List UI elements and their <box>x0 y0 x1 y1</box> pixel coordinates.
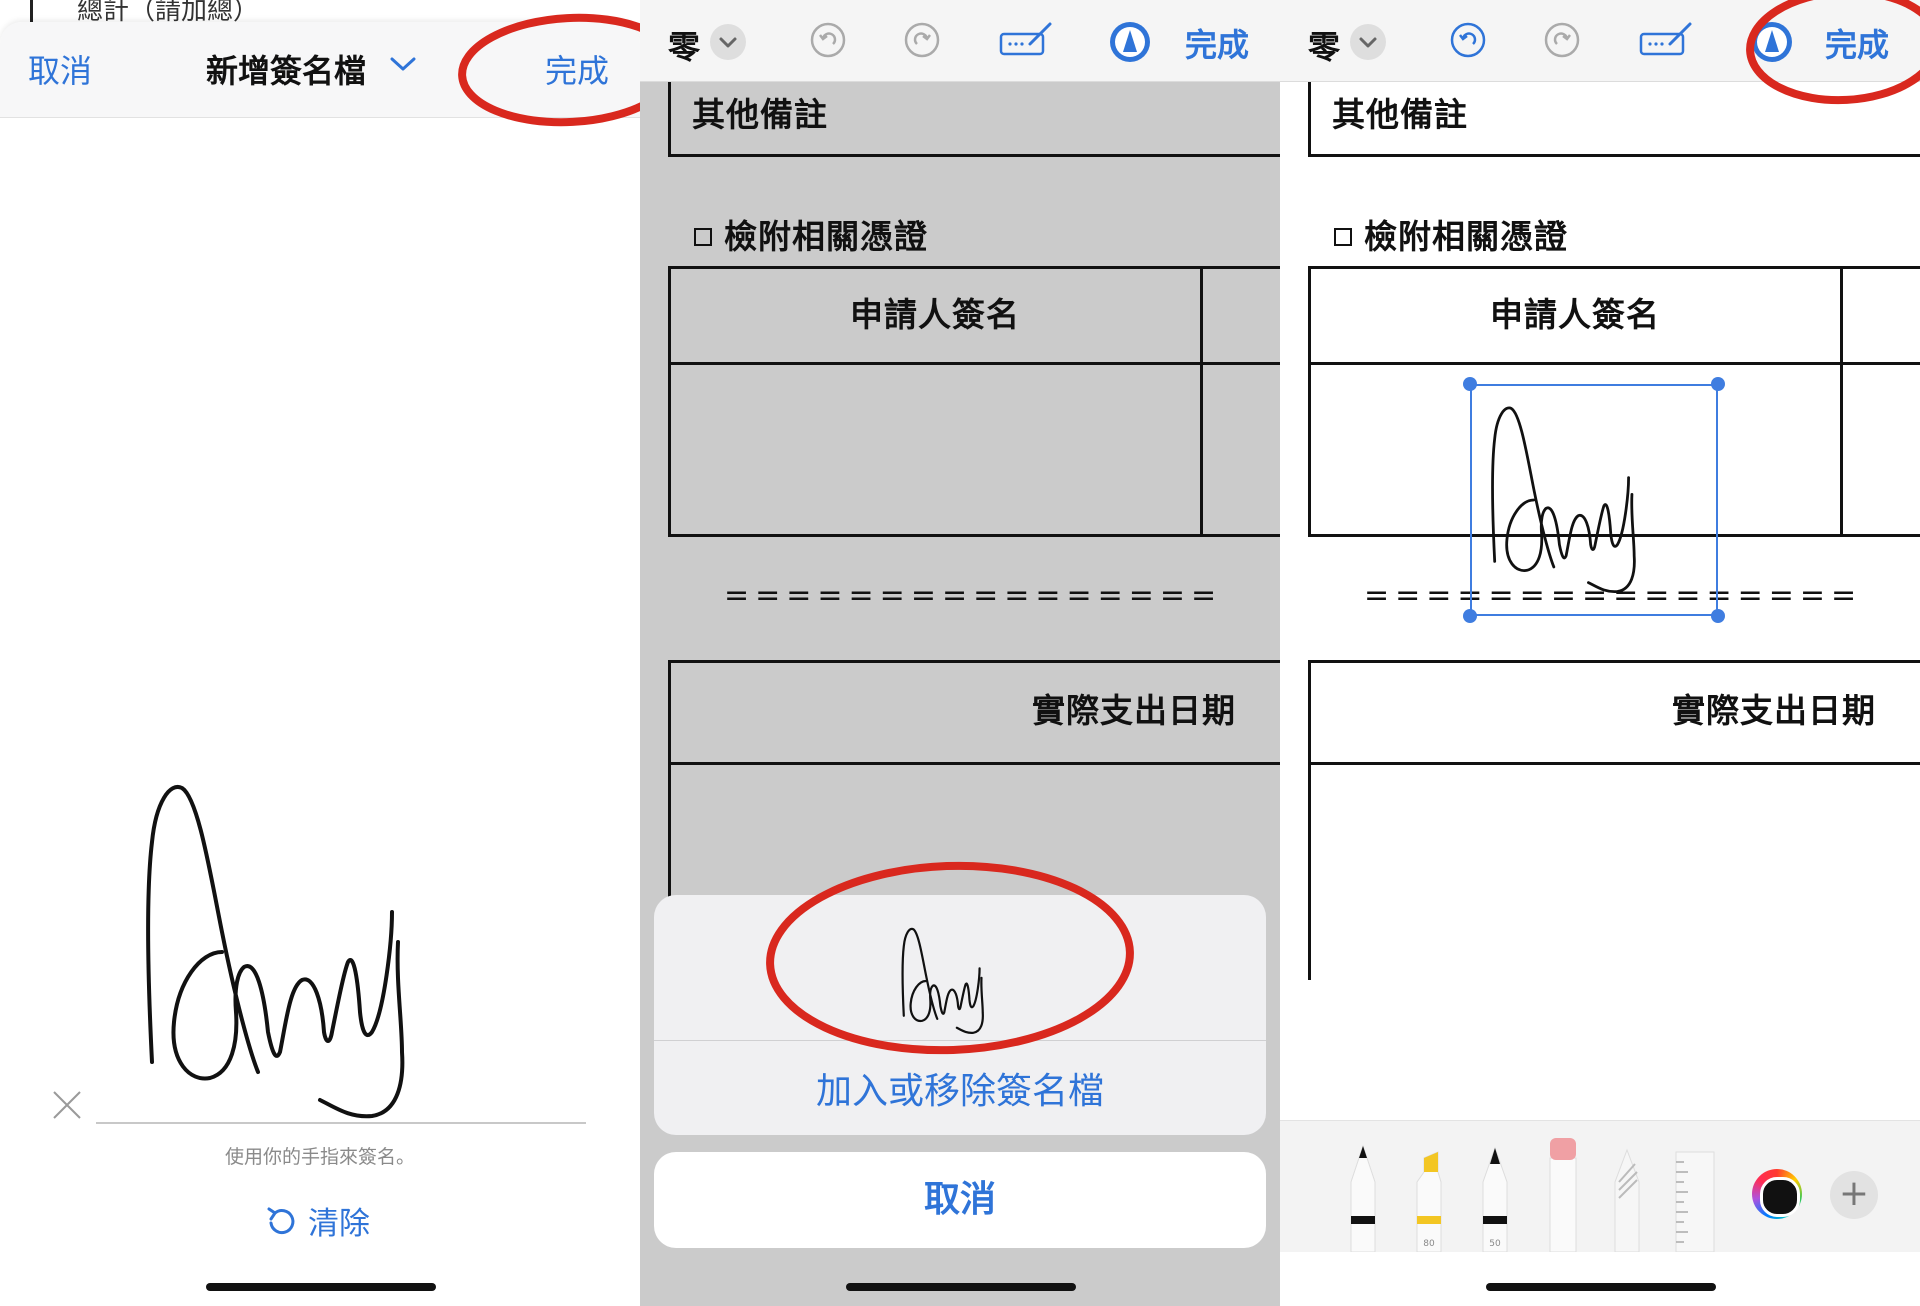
cancel-button[interactable]: 取消 <box>28 46 92 92</box>
choose-signature-panel: 零 完成 其他備註 檢附相關憑證 申請人簽名 ================ <box>640 0 1280 1306</box>
markup-tools-bar: 80 50 + <box>1280 1120 1920 1252</box>
checkbox[interactable] <box>694 228 712 246</box>
placed-signature-panel: 零 完成 其他備註 檢附相關憑證 申請人簽名 ================ <box>1280 0 1920 1306</box>
resize-handle[interactable] <box>1711 609 1725 623</box>
add-remove-signature-button[interactable]: 加入或移除簽名檔 <box>654 1062 1266 1114</box>
clear-label: 清除 <box>308 1206 370 1242</box>
new-signature-panel: 總計（請加總） 取消 新增簽名檔 完成 使用你的手指來簽名。 清除 <box>0 0 640 1306</box>
undo-icon[interactable] <box>1448 20 1488 60</box>
font-dropdown[interactable] <box>710 24 746 60</box>
chevron-down-icon[interactable] <box>390 56 416 72</box>
home-indicator <box>206 1283 436 1291</box>
redo-icon[interactable] <box>1542 20 1582 60</box>
placed-signature[interactable] <box>1488 402 1700 598</box>
pencil-tool-icon[interactable]: 50 <box>1478 1142 1512 1252</box>
home-indicator <box>846 1283 1076 1291</box>
lasso-tool-icon[interactable] <box>1610 1142 1644 1252</box>
popup-cancel-button[interactable]: 取消 <box>654 1152 1266 1248</box>
home-indicator <box>1486 1283 1716 1291</box>
clear-button[interactable]: 清除 <box>266 1198 370 1243</box>
signature-drawing[interactable] <box>140 782 520 1122</box>
eraser-tool-icon[interactable] <box>1546 1132 1580 1252</box>
chevron-down-icon <box>719 37 737 48</box>
signature-sheet: 取消 新增簽名檔 完成 使用你的手指來簽名。 清除 <box>0 22 640 1306</box>
markup-pen-icon[interactable] <box>1108 20 1152 64</box>
pen-tool-icon[interactable] <box>1346 1142 1380 1252</box>
signature-baseline <box>96 1122 586 1124</box>
undo-icon <box>267 1207 295 1234</box>
undo-icon[interactable] <box>808 20 848 60</box>
done-button[interactable]: 完成 <box>1185 20 1249 66</box>
markup-toolbar: 零 完成 <box>640 0 1280 82</box>
annotation-circle <box>766 861 1134 1055</box>
applicant-signature-label: 申請人簽名 <box>1490 295 1660 334</box>
font-button[interactable]: 零 <box>668 22 700 68</box>
annotation-circle <box>1746 0 1920 105</box>
actual-date-label: 實際支出日期 <box>1032 691 1236 730</box>
attach-receipts-label: 檢附相關憑證 <box>1364 217 1568 256</box>
ruler-tool-icon[interactable] <box>1672 1142 1718 1252</box>
resize-handle[interactable] <box>1711 377 1725 391</box>
add-icon[interactable]: + <box>1830 1171 1878 1219</box>
other-notes-label: 其他備註 <box>1332 95 1468 134</box>
color-picker-icon[interactable] <box>1752 1169 1802 1219</box>
signature-tool-icon[interactable] <box>998 20 1054 60</box>
font-dropdown[interactable] <box>1350 24 1386 60</box>
applicant-signature-label: 申請人簽名 <box>850 295 1020 334</box>
redo-icon[interactable] <box>902 20 942 60</box>
resize-handle[interactable] <box>1463 609 1477 623</box>
checkbox[interactable] <box>1334 228 1352 246</box>
pen-width-label: 50 <box>1489 1239 1501 1249</box>
other-notes-label: 其他備註 <box>692 95 828 134</box>
dashed-divider: ================ <box>724 578 1223 613</box>
font-button[interactable]: 零 <box>1308 22 1340 68</box>
signature-tool-icon[interactable] <box>1638 20 1694 60</box>
attach-receipts-label: 檢附相關憑證 <box>724 217 928 256</box>
close-icon <box>53 1091 81 1119</box>
pen-width-label: 80 <box>1423 1239 1435 1249</box>
actual-date-label: 實際支出日期 <box>1672 691 1876 730</box>
highlighter-tool-icon[interactable]: 80 <box>1412 1142 1446 1252</box>
signature-hint: 使用你的手指來簽名。 <box>224 1146 415 1168</box>
resize-handle[interactable] <box>1463 377 1477 391</box>
chevron-down-icon <box>1359 37 1377 48</box>
sheet-title[interactable]: 新增簽名檔 <box>206 46 366 92</box>
annotation-circle <box>458 13 640 127</box>
